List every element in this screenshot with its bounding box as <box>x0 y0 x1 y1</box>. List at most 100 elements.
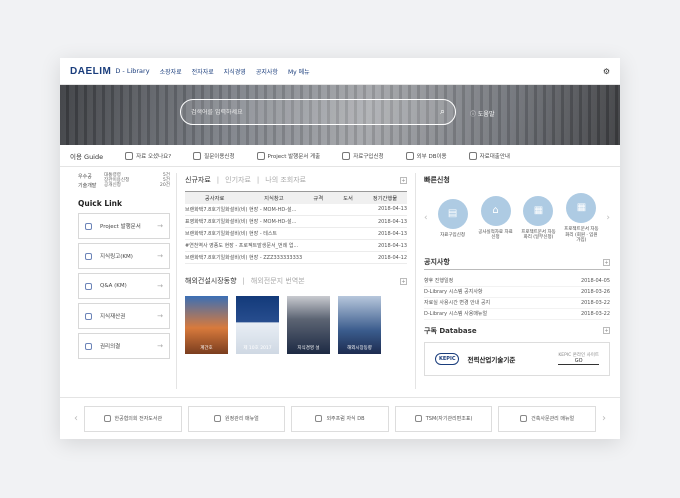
chevron-right-icon[interactable]: › <box>602 413 606 424</box>
nav-item-knowledge[interactable]: 지식경영 <box>224 67 246 76</box>
help-link[interactable]: ⓘ 도움말 <box>470 109 494 118</box>
footer-links: ‹ 한공협의회 전자도서관 원정관리 매뉴얼 외주프럼 자식 DB TSM(자기… <box>60 397 620 439</box>
quicklink-title: Quick Link <box>78 199 123 208</box>
footer-link[interactable]: 외주프럼 자식 DB <box>291 405 389 432</box>
chevron-left-icon[interactable]: ‹ <box>74 413 78 424</box>
library-window: DAELIM D - Library 소장자료 전자자료 지식경영 공지사항 M… <box>60 58 620 439</box>
monitor-icon <box>414 415 422 422</box>
quicklink-rights[interactable]: 권리의결 → <box>78 333 170 359</box>
kepic-logo: KEPIC <box>435 352 460 365</box>
arrow-right-icon: → <box>157 342 163 350</box>
tab-translation[interactable]: 해외전문지 번역본 <box>251 276 305 286</box>
arrow-right-icon: → <box>157 312 163 320</box>
top-bar: DAELIM D - Library 소장자료 전자자료 지식경영 공지사항 M… <box>60 58 620 85</box>
footer-link[interactable]: 원정관리 매뉴얼 <box>187 405 286 432</box>
footer-link[interactable]: 한공협의회 전자도서관 <box>84 405 182 432</box>
overseas-tabs: 해외건설시장동향 | 해외전문지 번역본 + <box>185 276 407 286</box>
book-cover[interactable]: 지식경영 설 <box>287 296 330 354</box>
table-header[interactable]: 정기간행물 <box>362 191 407 204</box>
award-summary: 우수공 기술개발 대통령령 5건 장관이용신청 5건 공개신청 20건 <box>78 173 170 191</box>
table-row[interactable]: 브랜화택7.8호기일화설비(비) 현장 - 테스트 2018-04-13 <box>185 227 407 240</box>
more-icon[interactable]: + <box>603 258 610 266</box>
fav-item[interactable]: ▤ 자료구입신청 <box>435 198 471 239</box>
award-tag-2: 기술개발 <box>78 183 97 189</box>
award-row[interactable]: 공개신청 20건 <box>104 183 170 188</box>
more-icon[interactable]: + <box>400 176 407 184</box>
go-button[interactable]: GO <box>558 358 599 365</box>
table-header[interactable]: 도서 <box>333 191 363 204</box>
gear-icon[interactable]: ⚙ <box>603 67 610 76</box>
list-item[interactable]: 향후 진행일정 2018-04-05 <box>424 276 610 287</box>
quick-item-project[interactable]: Project 발행문서 게출 <box>256 151 320 160</box>
database-icon <box>315 415 323 422</box>
table-row[interactable]: 브랜화택7.8호기일화설비(비) 현장 - MOM-HD-설... 2018-04… <box>185 203 407 216</box>
tab-popular[interactable]: 인기자료 <box>225 175 251 185</box>
monitor-icon <box>405 151 414 160</box>
book-cover[interactable]: 제 10호 2017 <box>236 296 279 354</box>
quick-item-request[interactable]: 질문이용신청 <box>193 151 235 160</box>
quick-item-purchase[interactable]: 자료구입신청 <box>342 151 384 160</box>
nav-item-notices[interactable]: 공지사항 <box>256 67 278 76</box>
table-row[interactable]: 브랜화택7.8호기일화설비(비) 현장 - ZZZ333333333 2018-0… <box>185 251 407 264</box>
document-icon <box>85 222 92 230</box>
book-cover[interactable]: 계간호 <box>185 296 228 354</box>
nav-item-my-menu[interactable]: My 메뉴 <box>288 67 310 76</box>
tab-my-views[interactable]: 나의 조회자료 <box>265 175 306 185</box>
db-banner[interactable]: KEPIC 전력산업기술기준 KEPIC 온라인 사이트 GO <box>424 341 610 376</box>
tab-overseas-trend[interactable]: 해외건설시장동향 <box>185 276 237 286</box>
book-cover[interactable]: 해외시장동향 <box>338 296 381 354</box>
search-icon[interactable]: ⌕ <box>440 107 445 117</box>
request-icon <box>193 151 202 160</box>
award-list: 대통령령 5건 장관이용신청 5건 공개신청 20건 <box>104 173 170 191</box>
table-header[interactable]: 규격 <box>303 191 334 204</box>
arrow-right-icon: → <box>157 222 163 230</box>
tab-new[interactable]: 신규자료 <box>185 175 211 185</box>
fav-item[interactable]: ▦ 프로젝트문서 자동화리 (회원 · 입원가입) <box>563 193 599 244</box>
more-icon[interactable]: + <box>603 327 610 334</box>
right-column: 빠른신청 ‹ ▤ 자료구입신청 ⌂ 공사실적자료 자료신청 ▦ 프로젝트문서 자동화리… <box>416 173 610 389</box>
main-nav: 소장자료 전자자료 지식경영 공지사항 My 메뉴 <box>160 67 310 76</box>
building-icon <box>85 342 92 350</box>
guide-label: 이용 Guide <box>70 152 104 161</box>
question-icon <box>125 151 134 160</box>
footer-link[interactable]: 건축사문관리 매뉴얼 <box>498 405 596 432</box>
fav-title: 빠른신청 <box>424 176 450 184</box>
table-header[interactable]: 공사자료 <box>185 191 245 204</box>
document-icon <box>256 151 265 160</box>
center-column: 신규자료 | 인기자료 | 나의 조회자료 + 공사자료 지식창고 규격 도서 … <box>176 173 416 389</box>
nav-item-holdings[interactable]: 소장자료 <box>160 67 182 76</box>
quicklink-km[interactable]: 지식링고(KM) → <box>78 243 170 269</box>
quick-item-loan[interactable]: 자료대출안내 <box>468 151 510 160</box>
quick-bar: 이용 Guide 자료 오셨나요? 질문이용신청 Project 발행문서 게출… <box>60 145 620 167</box>
chevron-right-icon[interactable]: › <box>606 213 610 223</box>
hero-banner: ⌕ ⓘ 도움말 <box>60 85 620 145</box>
crane-icon: ⌂ <box>480 195 511 226</box>
cap-icon <box>85 312 92 320</box>
cart-icon <box>342 151 351 160</box>
nav-item-e-resources[interactable]: 전자자료 <box>192 67 214 76</box>
table-row[interactable]: #연천역사 영종도 현장 - 프로젝트발생문서_번례 업... 2018-04-1… <box>185 239 407 252</box>
fav-item[interactable]: ▦ 프로젝트문서 자동화리 (일부신청) <box>520 195 556 241</box>
logo[interactable]: DAELIM <box>70 66 111 77</box>
arrow-right-icon: → <box>157 282 163 290</box>
fav-item[interactable]: ⌂ 공사실적자료 자료신청 <box>478 195 514 241</box>
bulb-icon <box>85 252 92 260</box>
quicklink-ip[interactable]: 지식재산권 → <box>78 303 170 329</box>
table-row[interactable]: 표영화택7.8호기일화설비(비) 현장 - MOM-HD-설... 2018-04… <box>185 215 407 228</box>
fav-row: ‹ ▤ 자료구입신청 ⌂ 공사실적자료 자료신청 ▦ 프로젝트문서 자동화리 (일부신… <box>424 193 610 244</box>
more-icon[interactable]: + <box>400 277 407 285</box>
table-header[interactable]: 지식창고 <box>244 191 304 204</box>
list-item[interactable]: D-Library 시스템 사용매뉴얼 2018-03-22 <box>424 309 610 320</box>
logo-subtitle: D - Library <box>115 67 150 75</box>
quick-item-question[interactable]: 자료 오셨나요? <box>125 151 171 160</box>
quick-item-external-db[interactable]: 외부 DB이용 <box>405 151 447 160</box>
list-item[interactable]: 자료실 사용시간 변경 안내 공지 2018-03-22 <box>424 298 610 309</box>
search-input[interactable] <box>191 108 440 116</box>
footer-link[interactable]: TSM(자기관리편조표) <box>394 405 493 432</box>
chevron-left-icon[interactable]: ‹ <box>424 213 428 223</box>
notice-list: 향후 진행일정 2018-04-05 D-Library 시스템 공지사항 2018… <box>424 276 610 320</box>
arrow-right-icon: → <box>157 252 163 260</box>
list-item[interactable]: D-Library 시스템 공지사항 2018-03-26 <box>424 287 610 298</box>
quicklink-project[interactable]: Project 발행문서 → <box>78 213 170 239</box>
quicklink-qna[interactable]: Q&A (KM) → <box>78 273 170 299</box>
